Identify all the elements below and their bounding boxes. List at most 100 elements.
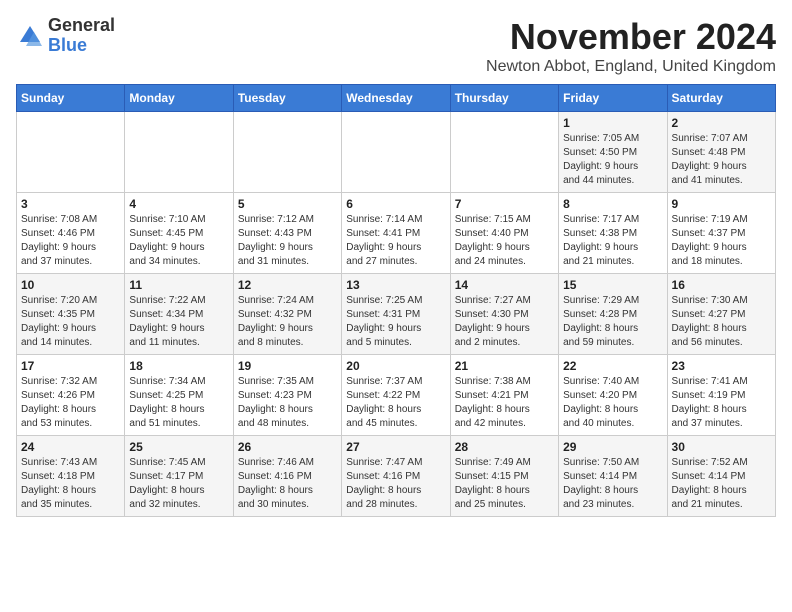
day-info: Sunrise: 7:49 AM Sunset: 4:15 PM Dayligh… [455,456,554,512]
day-number: 25 [129,440,228,454]
header-cell-friday: Friday [559,85,667,112]
day-info: Sunrise: 7:24 AM Sunset: 4:32 PM Dayligh… [238,294,337,350]
day-number: 1 [563,116,662,130]
day-cell: 3 Sunrise: 7:08 AM Sunset: 4:46 PM Daylig… [17,193,125,274]
day-info: Sunrise: 7:27 AM Sunset: 4:30 PM Dayligh… [455,294,554,350]
day-cell: 25 Sunrise: 7:45 AM Sunset: 4:17 PM Dayli… [125,436,233,517]
day-number: 17 [21,359,120,373]
day-number: 6 [346,197,445,211]
day-number: 13 [346,278,445,292]
day-number: 28 [455,440,554,454]
day-cell: 14 Sunrise: 7:27 AM Sunset: 4:30 PM Dayli… [450,274,558,355]
day-cell: 26 Sunrise: 7:46 AM Sunset: 4:16 PM Dayli… [233,436,341,517]
day-cell: 24 Sunrise: 7:43 AM Sunset: 4:18 PM Dayli… [17,436,125,517]
day-info: Sunrise: 7:38 AM Sunset: 4:21 PM Dayligh… [455,375,554,431]
day-info: Sunrise: 7:50 AM Sunset: 4:14 PM Dayligh… [563,456,662,512]
day-number: 7 [455,197,554,211]
day-info: Sunrise: 7:41 AM Sunset: 4:19 PM Dayligh… [672,375,771,431]
header-cell-sunday: Sunday [17,85,125,112]
day-number: 18 [129,359,228,373]
day-cell: 30 Sunrise: 7:52 AM Sunset: 4:14 PM Dayli… [667,436,775,517]
day-number: 30 [672,440,771,454]
day-cell: 2 Sunrise: 7:07 AM Sunset: 4:48 PM Daylig… [667,112,775,193]
day-info: Sunrise: 7:08 AM Sunset: 4:46 PM Dayligh… [21,213,120,269]
day-cell: 5Sunrise: 7:12 AM Sunset: 4:43 PM Daylig… [233,193,341,274]
day-cell: 15Sunrise: 7:29 AM Sunset: 4:28 PM Dayli… [559,274,667,355]
day-number: 16 [672,278,771,292]
day-number: 3 [21,197,120,211]
day-number: 29 [563,440,662,454]
day-number: 4 [129,197,228,211]
day-cell: 13Sunrise: 7:25 AM Sunset: 4:31 PM Dayli… [342,274,450,355]
day-info: Sunrise: 7:45 AM Sunset: 4:17 PM Dayligh… [129,456,228,512]
day-info: Sunrise: 7:43 AM Sunset: 4:18 PM Dayligh… [21,456,120,512]
page-header: General Blue November 2024 Newton Abbot,… [16,16,776,76]
day-cell: 23Sunrise: 7:41 AM Sunset: 4:19 PM Dayli… [667,355,775,436]
day-number: 2 [672,116,771,130]
day-cell: 20 Sunrise: 7:37 AM Sunset: 4:22 PM Dayli… [342,355,450,436]
day-info: Sunrise: 7:19 AM Sunset: 4:37 PM Dayligh… [672,213,771,269]
header-cell-saturday: Saturday [667,85,775,112]
day-number: 10 [21,278,120,292]
day-cell: 10 Sunrise: 7:20 AM Sunset: 4:35 PM Dayli… [17,274,125,355]
day-number: 24 [21,440,120,454]
day-info: Sunrise: 7:46 AM Sunset: 4:16 PM Dayligh… [238,456,337,512]
month-title: November 2024 [486,16,776,58]
day-info: Sunrise: 7:14 AM Sunset: 4:41 PM Dayligh… [346,213,445,269]
day-number: 27 [346,440,445,454]
header-row: SundayMondayTuesdayWednesdayThursdayFrid… [17,85,776,112]
day-number: 9 [672,197,771,211]
day-info: Sunrise: 7:30 AM Sunset: 4:27 PM Dayligh… [672,294,771,350]
logo-icon [16,22,44,50]
day-info: Sunrise: 7:52 AM Sunset: 4:14 PM Dayligh… [672,456,771,512]
day-number: 8 [563,197,662,211]
week-row-0: 1 Sunrise: 7:05 AM Sunset: 4:50 PM Daylig… [17,112,776,193]
header-cell-tuesday: Tuesday [233,85,341,112]
day-info: Sunrise: 7:12 AM Sunset: 4:43 PM Dayligh… [238,213,337,269]
day-cell: 16 Sunrise: 7:30 AM Sunset: 4:27 PM Dayli… [667,274,775,355]
day-info: Sunrise: 7:10 AM Sunset: 4:45 PM Dayligh… [129,213,228,269]
day-cell: 12 Sunrise: 7:24 AM Sunset: 4:32 PM Dayli… [233,274,341,355]
day-cell: 21 Sunrise: 7:38 AM Sunset: 4:21 PM Dayli… [450,355,558,436]
day-cell: 6 Sunrise: 7:14 AM Sunset: 4:41 PM Daylig… [342,193,450,274]
day-number: 22 [563,359,662,373]
day-cell: 1 Sunrise: 7:05 AM Sunset: 4:50 PM Daylig… [559,112,667,193]
day-info: Sunrise: 7:37 AM Sunset: 4:22 PM Dayligh… [346,375,445,431]
day-cell [342,112,450,193]
day-number: 20 [346,359,445,373]
title-block: November 2024 Newton Abbot, England, Uni… [486,16,776,76]
calendar-table: SundayMondayTuesdayWednesdayThursdayFrid… [16,84,776,517]
day-cell: 11Sunrise: 7:22 AM Sunset: 4:34 PM Dayli… [125,274,233,355]
day-cell: 17 Sunrise: 7:32 AM Sunset: 4:26 PM Dayli… [17,355,125,436]
day-cell: 18 Sunrise: 7:34 AM Sunset: 4:25 PM Dayli… [125,355,233,436]
day-number: 12 [238,278,337,292]
day-info: Sunrise: 7:20 AM Sunset: 4:35 PM Dayligh… [21,294,120,350]
day-info: Sunrise: 7:32 AM Sunset: 4:26 PM Dayligh… [21,375,120,431]
day-info: Sunrise: 7:34 AM Sunset: 4:25 PM Dayligh… [129,375,228,431]
header-cell-monday: Monday [125,85,233,112]
day-number: 14 [455,278,554,292]
day-cell: 22Sunrise: 7:40 AM Sunset: 4:20 PM Dayli… [559,355,667,436]
calendar-header: SundayMondayTuesdayWednesdayThursdayFrid… [17,85,776,112]
logo-blue-text: Blue [48,35,87,55]
week-row-1: 3 Sunrise: 7:08 AM Sunset: 4:46 PM Daylig… [17,193,776,274]
calendar-body: 1 Sunrise: 7:05 AM Sunset: 4:50 PM Daylig… [17,112,776,517]
day-number: 21 [455,359,554,373]
day-number: 26 [238,440,337,454]
logo-general-text: General [48,15,115,35]
week-row-3: 17 Sunrise: 7:32 AM Sunset: 4:26 PM Dayli… [17,355,776,436]
header-cell-thursday: Thursday [450,85,558,112]
day-info: Sunrise: 7:05 AM Sunset: 4:50 PM Dayligh… [563,132,662,188]
day-cell [125,112,233,193]
day-info: Sunrise: 7:15 AM Sunset: 4:40 PM Dayligh… [455,213,554,269]
day-info: Sunrise: 7:35 AM Sunset: 4:23 PM Dayligh… [238,375,337,431]
header-cell-wednesday: Wednesday [342,85,450,112]
day-info: Sunrise: 7:47 AM Sunset: 4:16 PM Dayligh… [346,456,445,512]
day-info: Sunrise: 7:07 AM Sunset: 4:48 PM Dayligh… [672,132,771,188]
day-info: Sunrise: 7:22 AM Sunset: 4:34 PM Dayligh… [129,294,228,350]
logo: General Blue [16,16,115,56]
day-cell: 7 Sunrise: 7:15 AM Sunset: 4:40 PM Daylig… [450,193,558,274]
day-info: Sunrise: 7:29 AM Sunset: 4:28 PM Dayligh… [563,294,662,350]
week-row-4: 24 Sunrise: 7:43 AM Sunset: 4:18 PM Dayli… [17,436,776,517]
day-cell: 4 Sunrise: 7:10 AM Sunset: 4:45 PM Daylig… [125,193,233,274]
